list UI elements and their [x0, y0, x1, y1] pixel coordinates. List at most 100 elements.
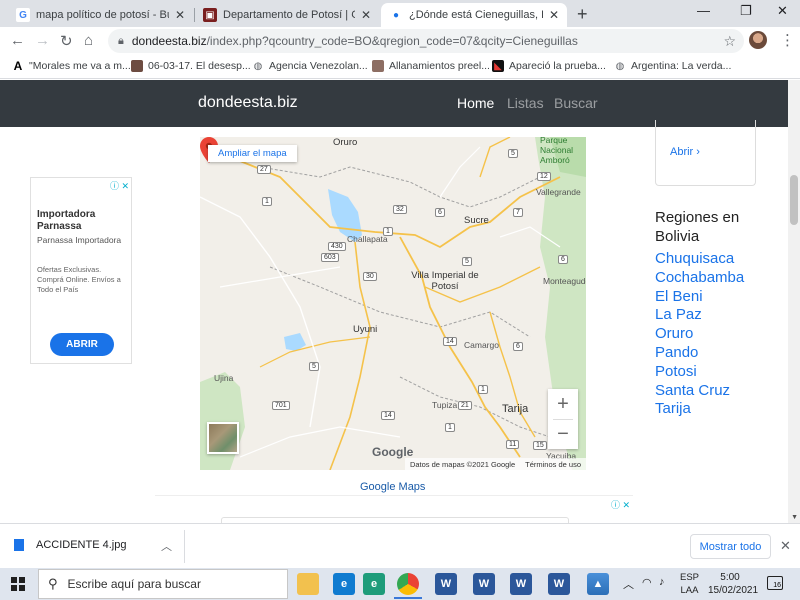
- url-text[interactable]: dondeesta.biz/index.php?qcountry_code=BO…: [132, 34, 724, 48]
- notification-count: 16: [773, 582, 781, 589]
- zoom-in-button[interactable]: +: [548, 389, 578, 419]
- ad-left[interactable]: ⓘ ✕ Importadora Parnassa Parnassa Import…: [30, 177, 132, 364]
- file-explorer-icon[interactable]: [297, 573, 319, 595]
- ad-choices-icon[interactable]: ⓘ ✕: [110, 179, 129, 192]
- download-bar: ACCIDENTE 4.jpg ︿ Mostrar todo ✕: [0, 523, 800, 568]
- map-label-ujina[interactable]: Ujina: [214, 373, 233, 383]
- tab-google-search[interactable]: G mapa político de potosí - Búsqueda ✕: [8, 3, 193, 27]
- right-card: Abrir ›: [655, 120, 756, 186]
- road-number: 1: [262, 197, 272, 206]
- word-icon[interactable]: W: [473, 573, 495, 595]
- taskbar-clock[interactable]: 5:00 15/02/2021: [708, 571, 759, 597]
- page-scrollbar[interactable]: ▼: [788, 80, 800, 523]
- region-link-santa-cruz[interactable]: Santa Cruz: [655, 382, 744, 401]
- notification-center-icon[interactable]: 16: [767, 576, 783, 590]
- google-maps-link[interactable]: Google Maps: [360, 481, 425, 493]
- terms-link[interactable]: Términos de uso: [525, 460, 581, 469]
- close-tab-icon[interactable]: ✕: [361, 8, 371, 22]
- map-label-sucre[interactable]: Sucre: [464, 215, 489, 226]
- close-tab-icon[interactable]: ✕: [175, 8, 185, 22]
- region-link-la-paz[interactable]: La Paz: [655, 306, 744, 325]
- reload-icon[interactable]: ↻: [60, 32, 73, 50]
- map-pin-icon: ●: [392, 9, 400, 21]
- chrome-icon[interactable]: [397, 573, 419, 595]
- chevron-up-icon[interactable]: ︿: [623, 576, 634, 592]
- map-label-parque[interactable]: Parque Nacional Amboró: [540, 137, 584, 165]
- taskbar-search[interactable]: ⚲ Escribe aquí para buscar: [38, 569, 288, 599]
- zoom-out-button[interactable]: −: [548, 419, 578, 449]
- road-number: 1: [478, 385, 488, 394]
- download-item[interactable]: ACCIDENTE 4.jpg: [14, 539, 126, 551]
- word-icon[interactable]: W: [510, 573, 532, 595]
- photos-icon[interactable]: ▲: [587, 573, 609, 595]
- map-label-challapata[interactable]: Challapata: [347, 234, 388, 244]
- map-label-camargo[interactable]: Camargo: [464, 340, 499, 350]
- nav-home[interactable]: Home: [457, 95, 494, 111]
- ad-bottom[interactable]: ⓘ ✕: [155, 495, 633, 523]
- map-label-tupiza[interactable]: Tupiza: [432, 400, 457, 410]
- region-link-oruro[interactable]: Oruro: [655, 325, 744, 344]
- edge-beta-icon[interactable]: e: [363, 573, 385, 595]
- back-arrow-icon[interactable]: ←: [10, 32, 25, 49]
- edge-icon[interactable]: e: [333, 573, 355, 595]
- region-link-tarija[interactable]: Tarija: [655, 400, 744, 419]
- bookmark-item[interactable]: Allanamientos preel...: [372, 60, 490, 72]
- bookmark-label: Allanamientos preel...: [389, 60, 490, 72]
- bookmark-item[interactable]: 06-03-17. El desesp...: [131, 60, 251, 72]
- taskbar-search-placeholder: Escribe aquí para buscar: [67, 577, 201, 591]
- ad-open-button[interactable]: ABRIR: [50, 333, 114, 356]
- region-link-pando[interactable]: Pando: [655, 344, 744, 363]
- word-icon[interactable]: W: [435, 573, 457, 595]
- bookmark-item[interactable]: ◍ Argentina: La verda...: [614, 60, 732, 72]
- region-link-potosi[interactable]: Potosi: [655, 363, 744, 382]
- clock-date: 15/02/2021: [708, 585, 759, 596]
- ad-choices-icon[interactable]: ⓘ ✕: [611, 498, 630, 511]
- region-link-chuquisaca[interactable]: Chuquisaca: [655, 250, 744, 269]
- wifi-icon[interactable]: ◠: [642, 576, 652, 589]
- minimize-icon[interactable]: —: [697, 3, 710, 18]
- map-label-tarija[interactable]: Tarija: [502, 403, 528, 415]
- tab-geography[interactable]: ▣ Departamento de Potosí | Geogra ✕: [195, 3, 379, 27]
- map-label-uyuni[interactable]: Uyuni: [353, 324, 377, 335]
- language-indicator[interactable]: ESP LAA: [680, 571, 699, 597]
- scroll-down-arrow-icon[interactable]: ▼: [791, 514, 798, 521]
- home-icon[interactable]: ⌂: [84, 32, 93, 49]
- region-link-cochabamba[interactable]: Cochabamba: [655, 269, 744, 288]
- google-map[interactable]: Oruro Parque Nacional Amboró Vallegrande…: [200, 137, 586, 470]
- download-filename: ACCIDENTE 4.jpg: [36, 539, 127, 551]
- map-label-villa-imperial[interactable]: Villa Imperial de Potosí: [410, 270, 480, 292]
- bookmark-star-icon[interactable]: ☆: [723, 33, 736, 50]
- satellite-toggle[interactable]: [207, 422, 239, 454]
- lock-icon[interactable]: 🔒︎: [118, 35, 124, 48]
- nav-buscar[interactable]: Buscar: [554, 95, 598, 111]
- bookmark-item[interactable]: A "Morales me va a m...: [12, 59, 131, 73]
- profile-avatar[interactable]: [749, 31, 767, 49]
- menu-dots-icon[interactable]: ⋮: [780, 31, 795, 49]
- restore-icon[interactable]: ❐: [740, 3, 752, 19]
- forward-arrow-icon[interactable]: →: [35, 32, 50, 49]
- address-bar[interactable]: 🔒︎ dondeesta.biz/index.php?qcountry_code…: [108, 29, 744, 53]
- photo-icon: [131, 60, 143, 72]
- site-brand[interactable]: dondeesta.biz: [198, 94, 298, 112]
- volume-icon[interactable]: ♪: [659, 576, 665, 588]
- nav-listas[interactable]: Listas: [507, 95, 544, 111]
- map-label-oruro[interactable]: Oruro: [333, 137, 357, 148]
- map-label-vallegrande[interactable]: Vallegrande: [536, 187, 581, 197]
- chevron-up-icon[interactable]: ︿: [161, 538, 172, 554]
- ad-title[interactable]: Importadora Parnassa: [37, 209, 129, 233]
- close-window-icon[interactable]: ✕: [777, 3, 788, 19]
- enlarge-map-link[interactable]: Ampliar el mapa: [208, 145, 297, 162]
- close-download-bar-icon[interactable]: ✕: [780, 538, 791, 554]
- show-all-button[interactable]: Mostrar todo: [690, 534, 771, 559]
- new-tab-button[interactable]: +: [577, 4, 588, 25]
- scrollbar-thumb[interactable]: [790, 175, 798, 225]
- word-icon[interactable]: W: [548, 573, 570, 595]
- region-link-el-beni[interactable]: El Beni: [655, 288, 744, 307]
- bookmark-item[interactable]: ◣ Apareció la prueba...: [492, 60, 606, 72]
- bookmark-item[interactable]: ◍ Agencia Venezolan...: [252, 60, 368, 72]
- close-tab-icon[interactable]: ✕: [549, 8, 559, 22]
- windows-start-icon[interactable]: [11, 577, 25, 591]
- map-label-monteagudo[interactable]: Monteagudo: [543, 276, 586, 286]
- tab-dondeesta[interactable]: ● ¿Dónde está Cieneguillas, Potosí ✕: [381, 3, 567, 27]
- open-link[interactable]: Abrir ›: [670, 146, 700, 158]
